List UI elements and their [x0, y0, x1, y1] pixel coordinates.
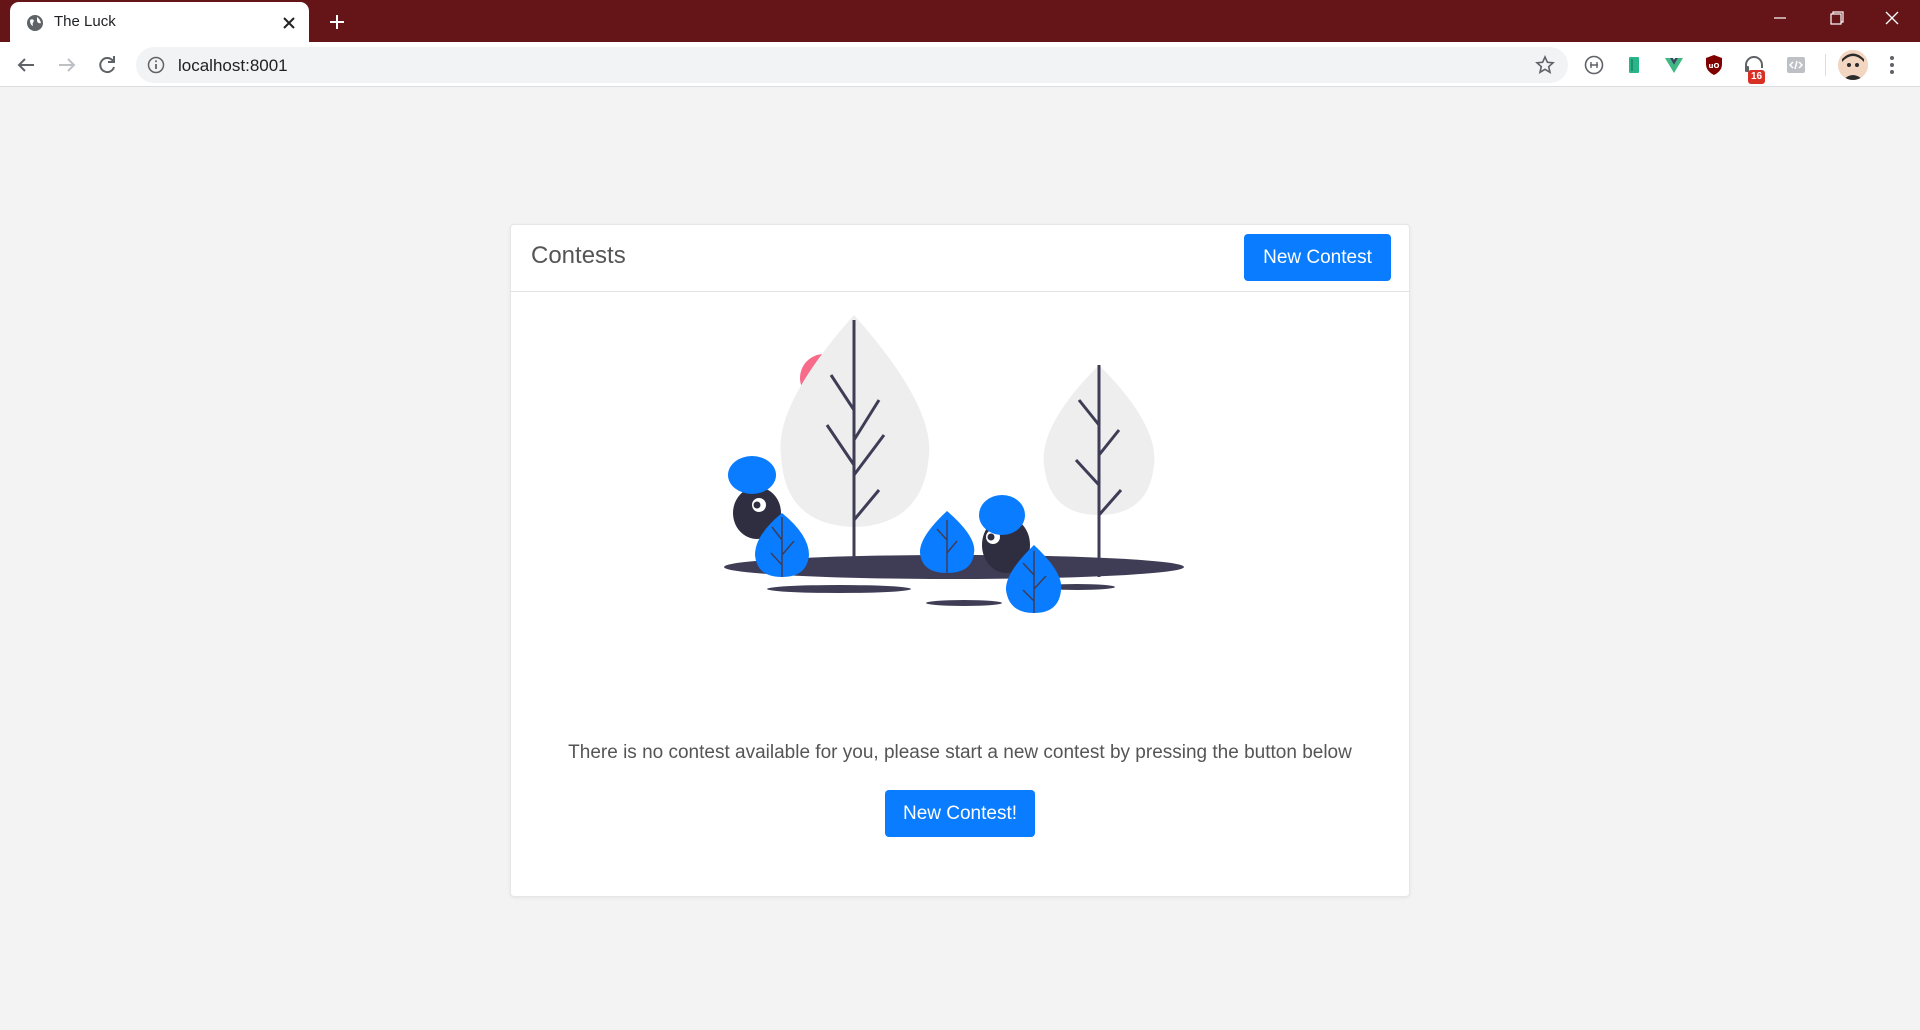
ublock-shield-icon[interactable]: uO	[1702, 53, 1726, 77]
address-bar[interactable]: localhost:8001	[136, 47, 1568, 83]
browser-tab[interactable]: The Luck	[10, 2, 309, 42]
extension-book-icon[interactable]	[1622, 53, 1646, 77]
browser-toolbar: localhost:8001 uO 16	[0, 42, 1920, 87]
url-text[interactable]: localhost:8001	[178, 56, 288, 76]
character-left-hat	[728, 456, 776, 494]
tab-title: The Luck	[54, 13, 116, 30]
extension-circle-icon[interactable]	[1582, 53, 1606, 77]
ground-shadow-1	[767, 585, 911, 593]
profile-avatar-icon	[1838, 50, 1868, 80]
empty-state-message: There is no contest available for you, p…	[568, 742, 1352, 763]
new-contest-cta-button[interactable]: New Contest!	[885, 790, 1035, 837]
ground-shadow-2	[926, 600, 1002, 606]
contests-card: Contests New Contest There is no contest…	[510, 224, 1410, 897]
bookmark-star-icon[interactable]	[1535, 55, 1555, 75]
back-arrow-icon[interactable]	[12, 51, 40, 79]
empty-state-illustration	[724, 315, 1184, 613]
code-extension-icon[interactable]	[1784, 53, 1808, 77]
profile-avatar[interactable]	[1838, 50, 1868, 80]
close-tab-icon[interactable]	[280, 14, 298, 32]
restore-icon[interactable]	[1808, 0, 1864, 38]
reload-icon[interactable]	[93, 51, 121, 79]
page-title: Contests	[531, 242, 626, 269]
minimize-icon[interactable]	[1752, 0, 1808, 38]
globe-icon	[27, 15, 43, 31]
more-menu-icon[interactable]	[1882, 53, 1902, 77]
info-icon[interactable]	[147, 56, 165, 74]
toolbar-divider	[1825, 54, 1826, 76]
vue-devtools-icon[interactable]	[1662, 53, 1686, 77]
new-tab-icon[interactable]	[324, 10, 350, 34]
browser-titlebar: The Luck	[0, 0, 1920, 42]
forward-arrow-icon[interactable]	[53, 51, 81, 79]
extension-badge: 16	[1748, 70, 1766, 84]
character-right-hat	[979, 495, 1025, 535]
close-window-icon[interactable]	[1864, 0, 1920, 38]
card-header: Contests New Contest	[511, 225, 1409, 292]
svg-text:uO: uO	[1709, 62, 1720, 70]
new-contest-button[interactable]: New Contest	[1244, 234, 1391, 281]
